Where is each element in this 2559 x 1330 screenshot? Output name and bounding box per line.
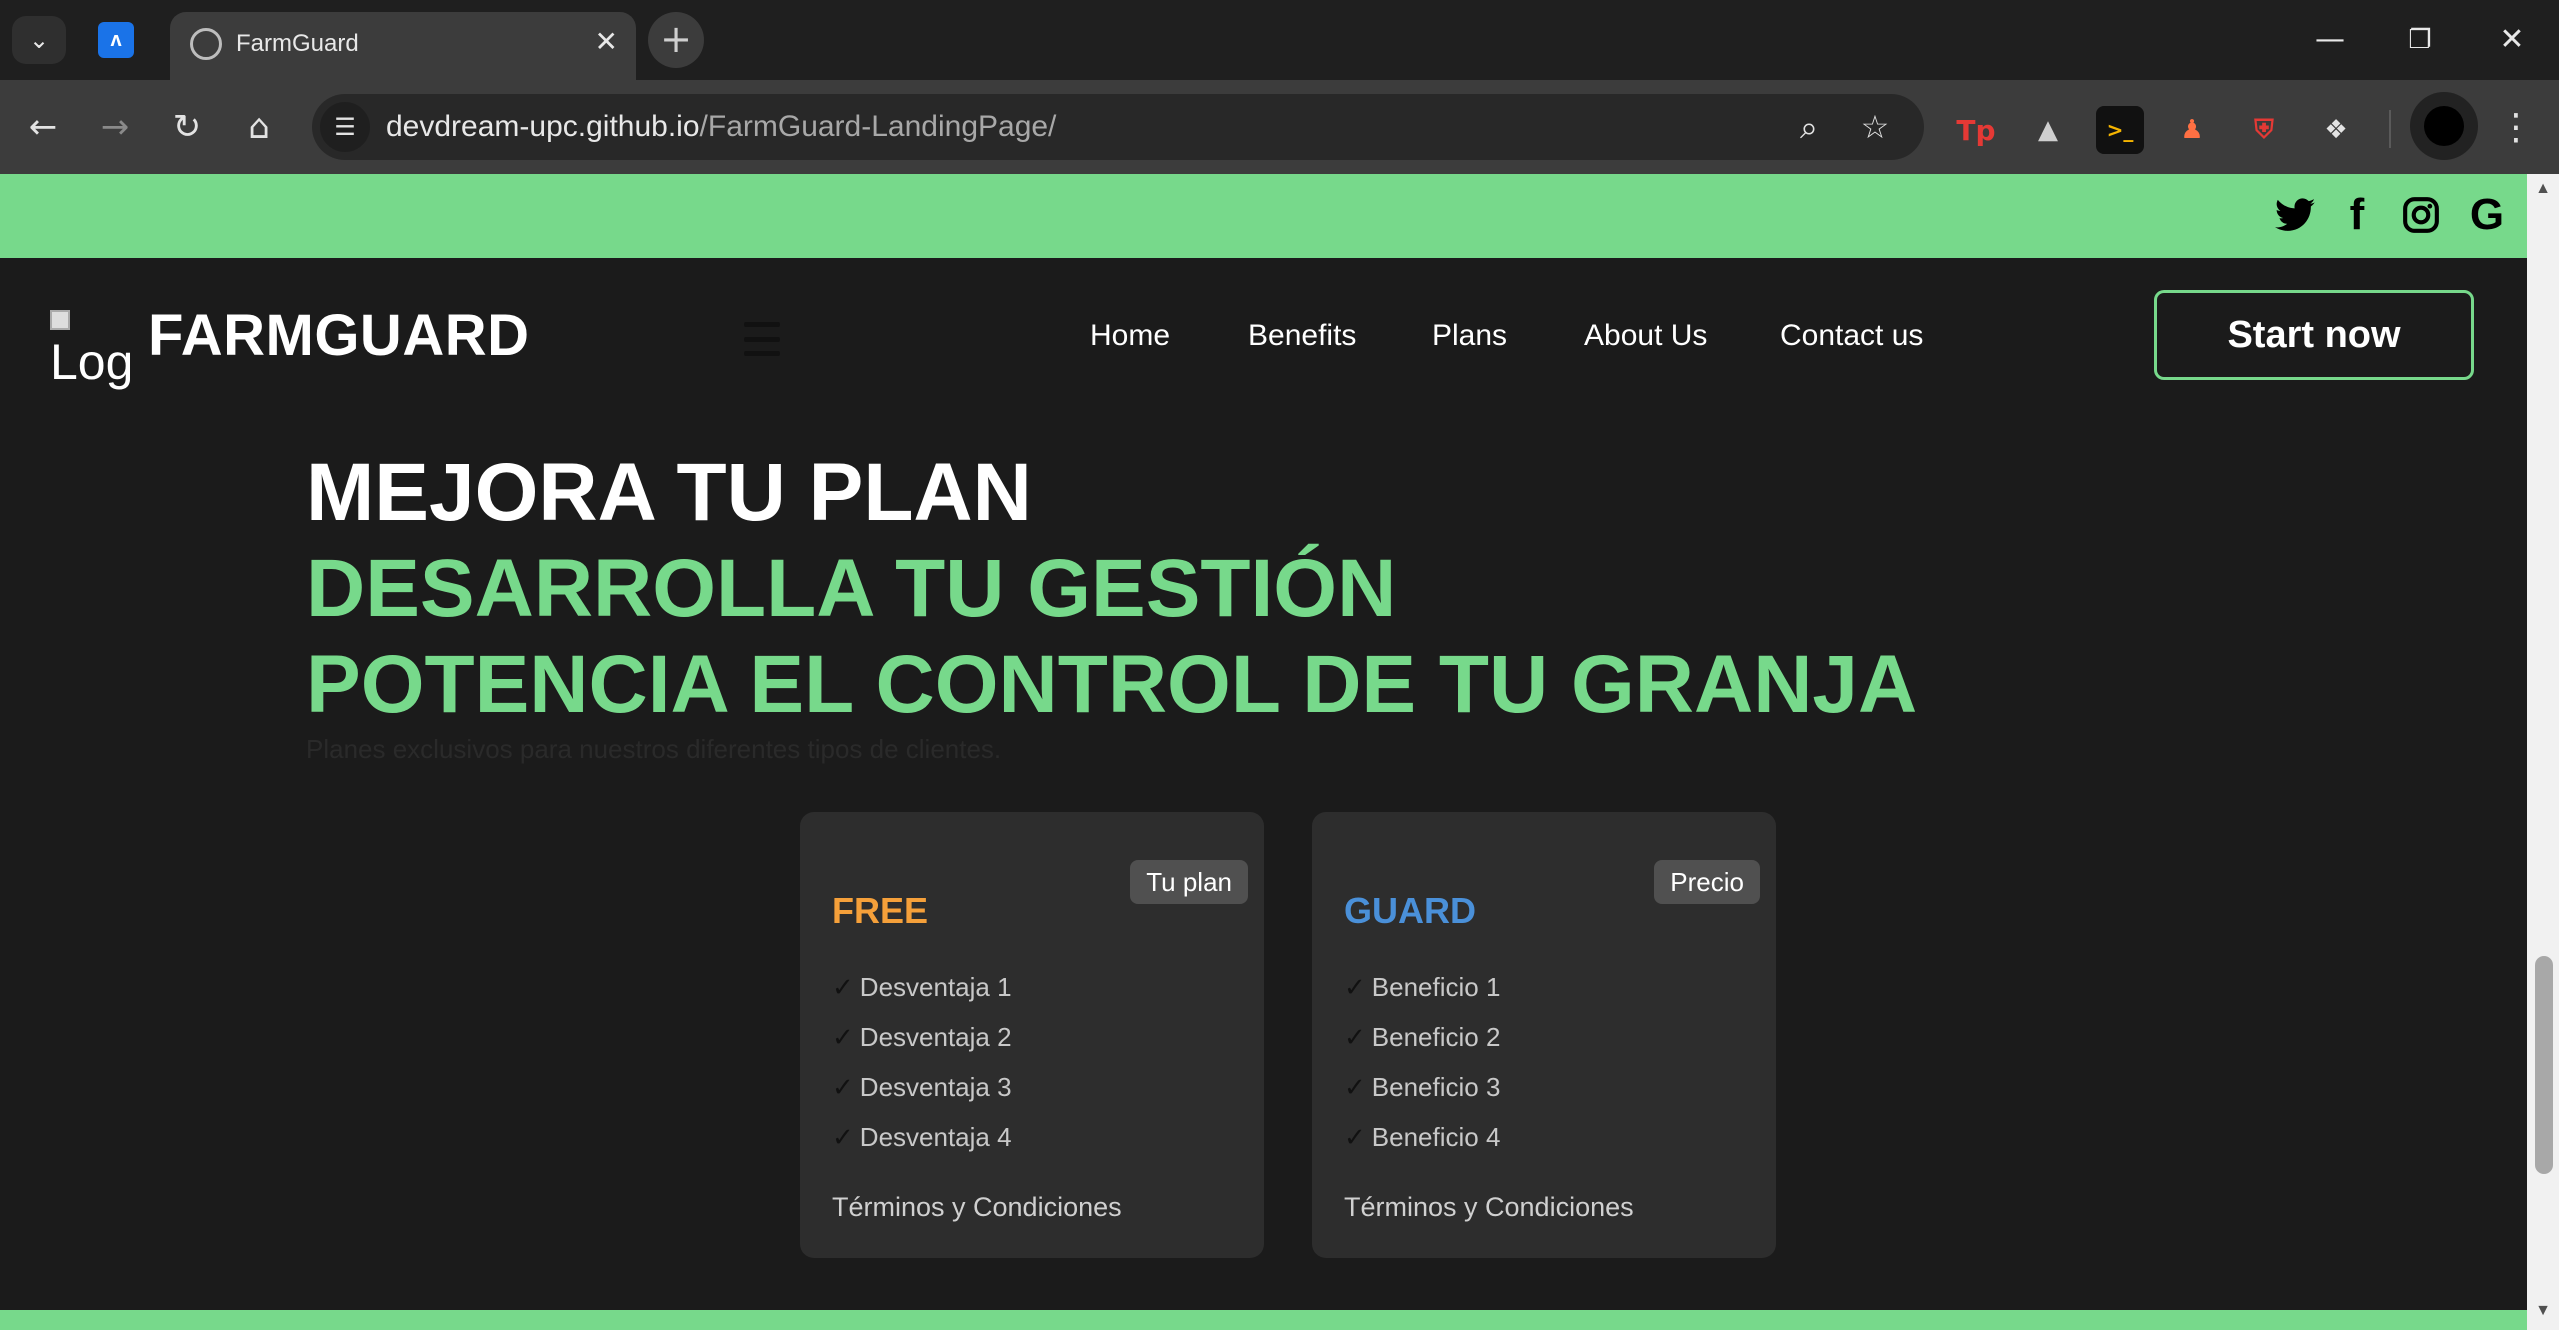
zoom-icon[interactable]: ⌕ [1784,102,1834,152]
nav-contact-us[interactable]: Contact us [1780,316,1923,356]
social-bar: f G [0,174,2527,258]
url-path: /FarmGuard-LandingPage/ [699,110,1057,143]
toolbar-separator [2389,110,2391,148]
menu-dots-icon[interactable]: ⋮ [2492,104,2540,152]
pinned-tab-icon: ʌ [110,28,122,51]
nav-home[interactable]: Home [1090,316,1170,356]
terms-link[interactable]: Términos y Condiciones [1344,1192,1634,1223]
nav-plans[interactable]: Plans [1432,316,1507,356]
plan-badge: Tu plan [1130,860,1248,904]
broken-image-icon [50,310,70,330]
plan-feature: ✓ Desventaja 3 [832,1072,1012,1103]
plan-name: FREE [832,890,929,931]
bookmark-star-icon[interactable]: ☆ [1850,102,1900,152]
extension-arch-icon[interactable]: ▲ [2024,106,2072,154]
terms-link[interactable]: Términos y Condiciones [832,1192,1122,1223]
plan-feature: ✓ Beneficio 2 [1344,1022,1501,1053]
new-tab-button[interactable]: + [648,12,704,68]
plans-description: Planes exclusivos para nuestros diferent… [306,734,1002,764]
brand-name[interactable]: FARMGUARD [148,302,529,369]
extension-shield-icon[interactable]: ⛨ [2240,106,2288,154]
scroll-up-icon[interactable]: ▲ [2527,180,2559,204]
forward-icon[interactable]: → [90,102,140,152]
address-bar[interactable]: ☰ devdream-upc.github.io/FarmGuard-Landi… [312,94,1924,160]
twitter-icon[interactable] [2270,190,2320,240]
plan-feature: ✓ Beneficio 1 [1344,972,1501,1003]
plan-feature: ✓ Desventaja 2 [832,1022,1012,1053]
hamburger-menu-icon[interactable] [744,322,780,356]
nav-benefits[interactable]: Benefits [1248,316,1356,356]
google-icon[interactable]: G [2462,190,2512,240]
plan-card-free: Tu plan FREE ✓ Desventaja 1 ✓ Desventaja 2… [800,812,1264,1258]
plan-card-guard: Precio GUARD ✓ Beneficio 1 ✓ Beneficio 2 ✓… [1312,812,1776,1258]
chevron-down-icon: ⌄ [28,26,50,54]
hero-subtitle-line-1: DESARROLLA TU GESTIÓN [306,543,1397,634]
globe-icon [190,28,222,60]
check-icon: ✓ [832,1073,854,1103]
extension-terminal-icon[interactable]: >_ [2096,106,2144,154]
site-header: Log FARMGUARD Home Benefits Plans About … [0,258,2527,414]
facebook-icon[interactable]: f [2332,190,2382,240]
plan-feature: ✓ Desventaja 4 [832,1122,1012,1153]
profile-avatar[interactable] [2410,92,2478,160]
tab-list-button[interactable]: ⌄ [12,16,66,64]
check-icon: ✓ [832,1023,854,1053]
minimize-icon[interactable]: — [2300,18,2360,62]
page-scrollbar[interactable]: ▲ ▼ [2527,174,2559,1330]
reload-icon[interactable]: ↻ [162,102,212,152]
logo-alt-text: Log [50,334,130,390]
start-now-button[interactable]: Start now [2154,290,2474,380]
plan-feature: ✓ Beneficio 3 [1344,1072,1501,1103]
instagram-icon[interactable] [2396,190,2446,240]
check-icon: ✓ [1344,973,1366,1003]
scroll-thumb[interactable] [2535,956,2553,1174]
check-icon: ✓ [1344,1023,1366,1053]
browser-tab-strip: ⌄ ʌ FarmGuard ✕ + — ❐ ✕ [0,0,2559,80]
extension-character-icon[interactable]: ♟ [2168,106,2216,154]
tab-title: FarmGuard [236,30,359,57]
hero-title: MEJORA TU PLAN [306,447,1032,538]
tab-close-icon[interactable]: ✕ [595,24,618,60]
footer-strip [0,1310,2527,1330]
window-close-icon[interactable]: ✕ [2482,18,2542,62]
page-viewport: f G Log FARMGUARD Home Benefits Plans Ab… [0,174,2527,1330]
check-icon: ✓ [832,973,854,1003]
check-icon: ✓ [832,1123,854,1153]
plan-name: GUARD [1344,890,1476,931]
nav-about-us[interactable]: About Us [1584,316,1707,356]
extensions-puzzle-icon[interactable]: ❖ [2312,106,2360,154]
back-icon[interactable]: ← [18,102,68,152]
extension-tp-icon[interactable]: Tp [1952,106,2000,154]
plan-badge: Precio [1654,860,1760,904]
scroll-down-icon[interactable]: ▼ [2527,1302,2559,1326]
url-text[interactable]: devdream-upc.github.io/FarmGuard-Landing… [386,110,1056,144]
hero-subtitle-line-2: POTENCIA EL CONTROL DE TU GRANJA [306,639,1918,730]
plan-feature: ✓ Beneficio 4 [1344,1122,1501,1153]
check-icon: ✓ [1344,1123,1366,1153]
url-host: devdream-upc.github.io [386,110,700,143]
active-tab[interactable]: FarmGuard ✕ [170,12,636,80]
site-info-icon[interactable]: ☰ [320,102,370,152]
check-icon: ✓ [1344,1073,1366,1103]
logo-image[interactable]: Log [50,310,130,410]
restore-icon[interactable]: ❐ [2390,18,2450,62]
pinned-tab[interactable]: ʌ [98,22,134,58]
home-icon[interactable]: ⌂ [234,102,284,152]
plan-feature: ✓ Desventaja 1 [832,972,1012,1003]
avatar-image [2424,106,2464,146]
